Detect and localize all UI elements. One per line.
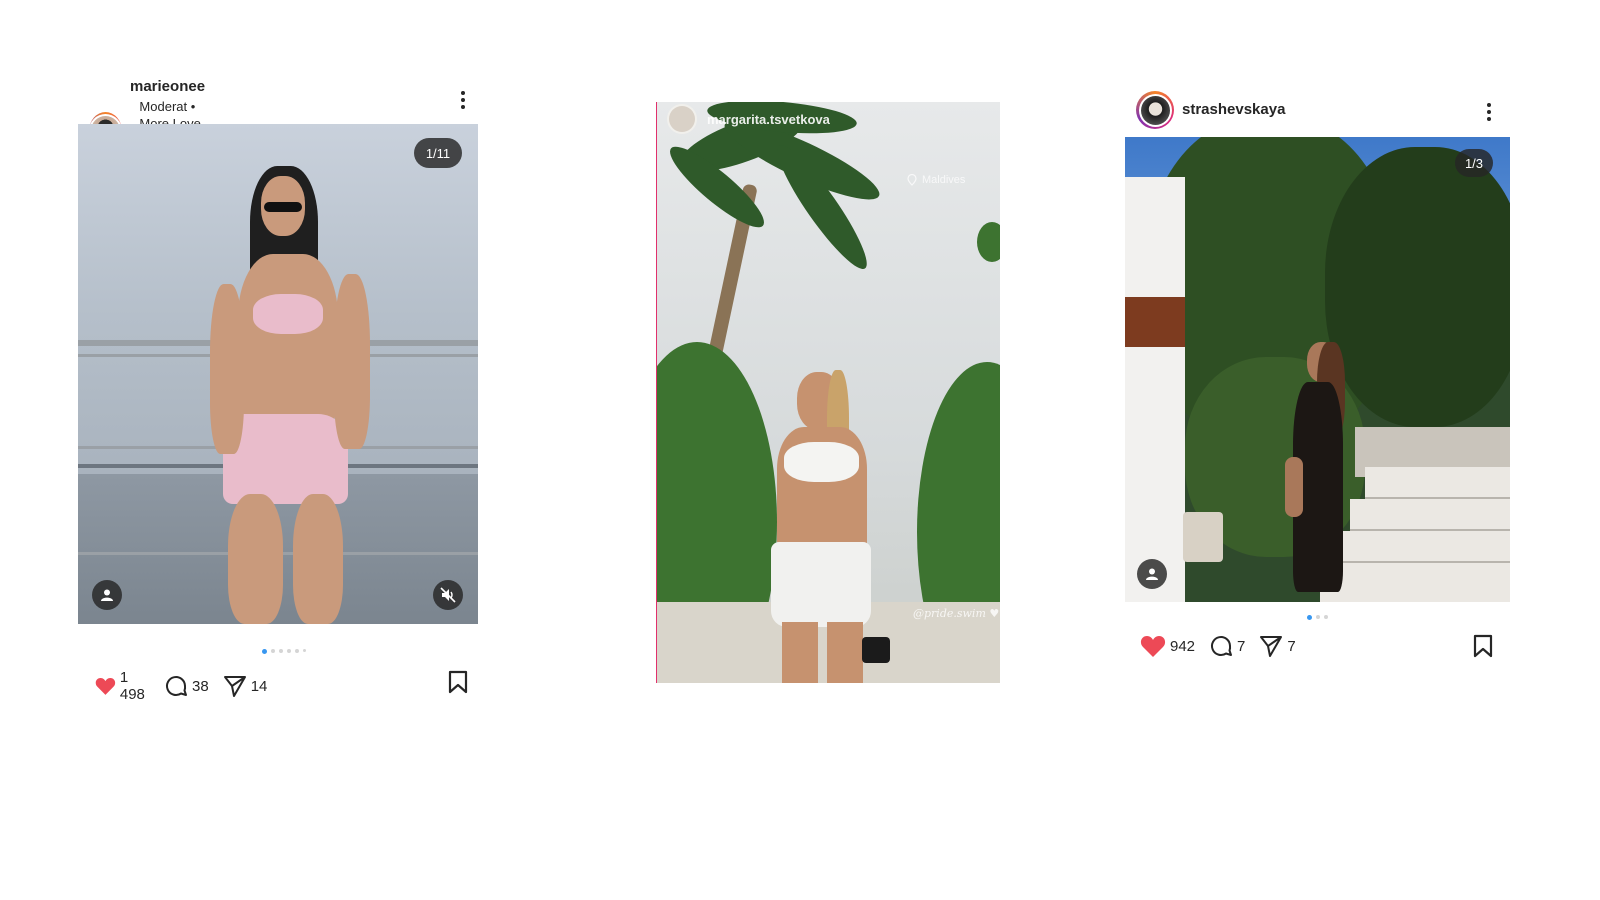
comment-icon [166, 676, 188, 696]
comment-button[interactable]: 7 [1209, 634, 1245, 658]
username[interactable]: strashevskaya [1182, 101, 1285, 119]
post-image[interactable]: 1/3 [1125, 137, 1510, 602]
mention-sticker[interactable]: @pride.swim ♥ [913, 607, 999, 620]
carousel-dots [262, 649, 306, 654]
bookmark-icon [1473, 634, 1493, 658]
share-count: 14 [250, 677, 268, 695]
location-icon [907, 174, 917, 186]
like-button[interactable]: 942 [1140, 634, 1195, 658]
heart-icon [95, 677, 116, 695]
share-icon [223, 676, 246, 697]
share-button[interactable]: 14 [223, 674, 268, 698]
username[interactable]: margarita.tsvetkova [707, 112, 830, 127]
more-icon[interactable] [460, 89, 466, 109]
feed-screen: marieonee Moderat • More Love (Rampa &ME… [0, 0, 1600, 900]
like-count: 942 [1170, 637, 1196, 655]
mute-icon[interactable] [433, 580, 463, 610]
comment-button[interactable]: 38 [164, 674, 209, 698]
user-tag-icon[interactable] [92, 580, 122, 610]
username[interactable]: marieonee [130, 78, 210, 96]
location-sticker[interactable]: Maldives [907, 174, 965, 186]
location-label: Maldives [922, 174, 966, 186]
share-count: 7 [1287, 637, 1296, 655]
post-header: strashevskaya [1136, 91, 1285, 129]
comment-count: 38 [192, 677, 209, 695]
carousel-counter: 1/11 [414, 138, 462, 168]
post-image[interactable]: 1/11 [78, 124, 478, 624]
avatar[interactable] [1136, 91, 1174, 129]
bookmark-button[interactable] [448, 670, 468, 699]
action-bar: 942 7 7 [1140, 634, 1310, 658]
share-icon [1260, 636, 1283, 657]
bookmark-button[interactable] [1473, 634, 1493, 663]
story-user[interactable]: margarita.tsvetkova [667, 104, 830, 134]
avatar[interactable] [667, 104, 697, 134]
user-tag-icon[interactable] [1137, 559, 1167, 589]
story-image[interactable]: margarita.tsvetkova Maldives @pride.swim… [656, 102, 1000, 683]
heart-icon [1140, 636, 1166, 657]
like-count: 1 498 [119, 669, 145, 703]
more-icon[interactable] [1486, 101, 1492, 121]
comment-count: 7 [1237, 637, 1246, 655]
like-button[interactable]: 1 498 [95, 669, 150, 703]
bookmark-icon [448, 670, 468, 694]
carousel-dots [1307, 615, 1328, 620]
carousel-counter: 1/3 [1455, 149, 1493, 177]
comment-icon [1211, 636, 1233, 656]
share-button[interactable]: 7 [1259, 634, 1296, 658]
action-bar: 1 498 38 14 [95, 669, 281, 703]
